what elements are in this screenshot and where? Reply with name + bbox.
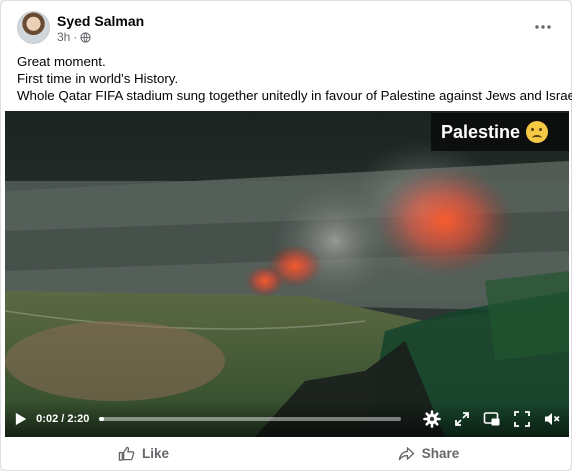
globe-icon [80, 31, 91, 43]
fullscreen-icon[interactable] [513, 410, 531, 428]
post-text-line: First time in world's History. [17, 71, 179, 86]
video-time: 0:02 / 2:20 [36, 413, 90, 425]
share-label: Share [421, 446, 460, 461]
post-header: Syed Salman 3h · [17, 11, 555, 47]
share-button[interactable]: Share [286, 437, 571, 470]
progress-bar[interactable] [99, 417, 401, 421]
meta-separator: · [73, 30, 78, 44]
post-text-line: Whole Qatar FIFA stadium sung together u… [17, 88, 572, 103]
post-text-line: Great moment. [17, 54, 106, 69]
volume-muted-icon[interactable] [543, 410, 561, 428]
post-meta: 3h · [57, 30, 91, 44]
like-label: Like [141, 446, 169, 461]
picture-in-picture-icon[interactable] [483, 410, 501, 428]
video-controls: 0:02 / 2:20 [5, 401, 569, 437]
share-icon [398, 447, 414, 461]
video-overlay-label: Palestine [431, 113, 569, 151]
like-button[interactable]: Like [1, 437, 286, 470]
post-text: Great moment. First time in world's Hist… [17, 53, 572, 104]
settings-icon[interactable] [423, 410, 441, 428]
overlay-text: Palestine [441, 121, 521, 142]
play-icon[interactable] [13, 411, 28, 427]
crying-face-icon [526, 121, 549, 143]
more-options-icon[interactable] [533, 17, 553, 37]
video-frame [5, 111, 569, 437]
author-name[interactable]: Syed Salman [57, 13, 144, 29]
post-card: Syed Salman 3h · Great moment. First tim… [0, 0, 572, 471]
post-time[interactable]: 3h [57, 30, 70, 44]
progress-fill [99, 417, 104, 421]
video-player[interactable]: Palestine 0:02 / 2:20 [5, 111, 569, 437]
avatar[interactable] [17, 11, 50, 44]
post-actions: Like Share [1, 437, 571, 470]
expand-icon[interactable] [453, 410, 471, 428]
thumbs-up-icon [118, 446, 135, 461]
